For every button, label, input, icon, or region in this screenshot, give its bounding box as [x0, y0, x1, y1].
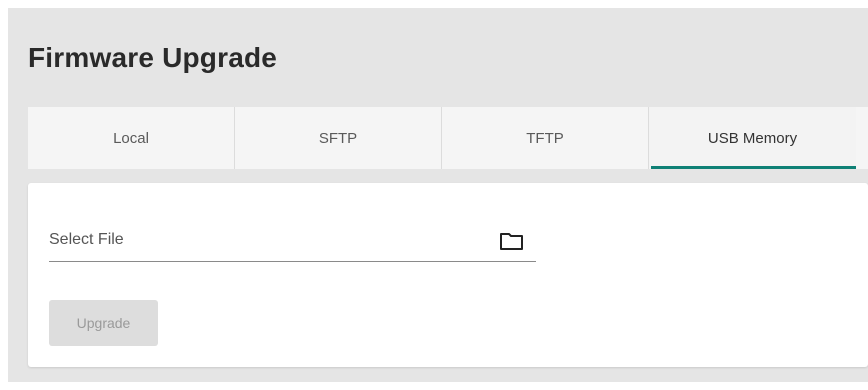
- tab-tftp[interactable]: TFTP: [442, 107, 649, 169]
- upgrade-card: Select File Upgrade: [28, 183, 868, 367]
- select-file-field[interactable]: Select File: [49, 223, 536, 262]
- tab-local[interactable]: Local: [28, 107, 235, 169]
- folder-icon[interactable]: [499, 230, 525, 252]
- page-title: Firmware Upgrade: [28, 42, 278, 73]
- upgrade-method-tabs: Local SFTP TFTP USB Memory: [28, 107, 868, 169]
- firmware-upgrade-page: Firmware Upgrade Local SFTP TFTP USB Mem…: [8, 8, 868, 382]
- select-file-placeholder: Select File: [49, 231, 124, 248]
- tab-usb-memory[interactable]: USB Memory: [649, 107, 856, 169]
- upgrade-button[interactable]: Upgrade: [49, 300, 158, 346]
- tab-sftp[interactable]: SFTP: [235, 107, 442, 169]
